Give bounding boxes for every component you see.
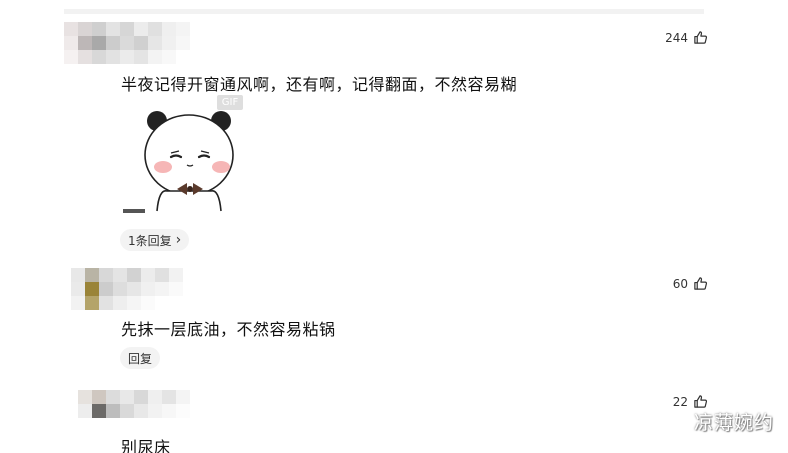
- like-button[interactable]: 60: [673, 276, 708, 291]
- comment-feed: 244 半夜记得开窗通风啊，还有啊，记得翻面，不然容易糊 GIF 1条回复 › …: [0, 0, 788, 453]
- top-divider: [64, 9, 704, 14]
- like-button[interactable]: 244: [665, 30, 708, 45]
- thumbs-up-icon: [694, 31, 708, 44]
- comment-text: 先抹一层底油，不然容易粘锅: [121, 320, 336, 339]
- gif-sticker[interactable]: GIF: [121, 93, 247, 217]
- like-count: 22: [672, 394, 688, 409]
- reply-label: 回复: [128, 351, 153, 366]
- thumbs-up-icon: [694, 277, 708, 290]
- avatar[interactable]: [78, 390, 190, 418]
- chevron-right-icon: ›: [175, 232, 182, 248]
- thumbs-up-icon: [694, 395, 708, 408]
- watermark: 凉薄婉约: [693, 412, 774, 434]
- view-replies-button[interactable]: 1条回复 ›: [120, 229, 190, 251]
- avatar[interactable]: [71, 268, 183, 310]
- like-count: 60: [672, 276, 688, 291]
- avatar[interactable]: [64, 22, 190, 64]
- like-button[interactable]: 22: [673, 394, 708, 409]
- comment-text: 半夜记得开窗通风啊，还有啊，记得翻面，不然容易糊: [121, 75, 518, 94]
- panda-sticker-icon: [123, 111, 234, 213]
- comment-text: 别尿床: [121, 438, 171, 453]
- reply-count-label: 1条回复: [128, 233, 172, 248]
- reply-button[interactable]: 回复: [120, 347, 161, 369]
- like-count: 244: [665, 30, 688, 45]
- gif-badge: GIF: [217, 95, 243, 110]
